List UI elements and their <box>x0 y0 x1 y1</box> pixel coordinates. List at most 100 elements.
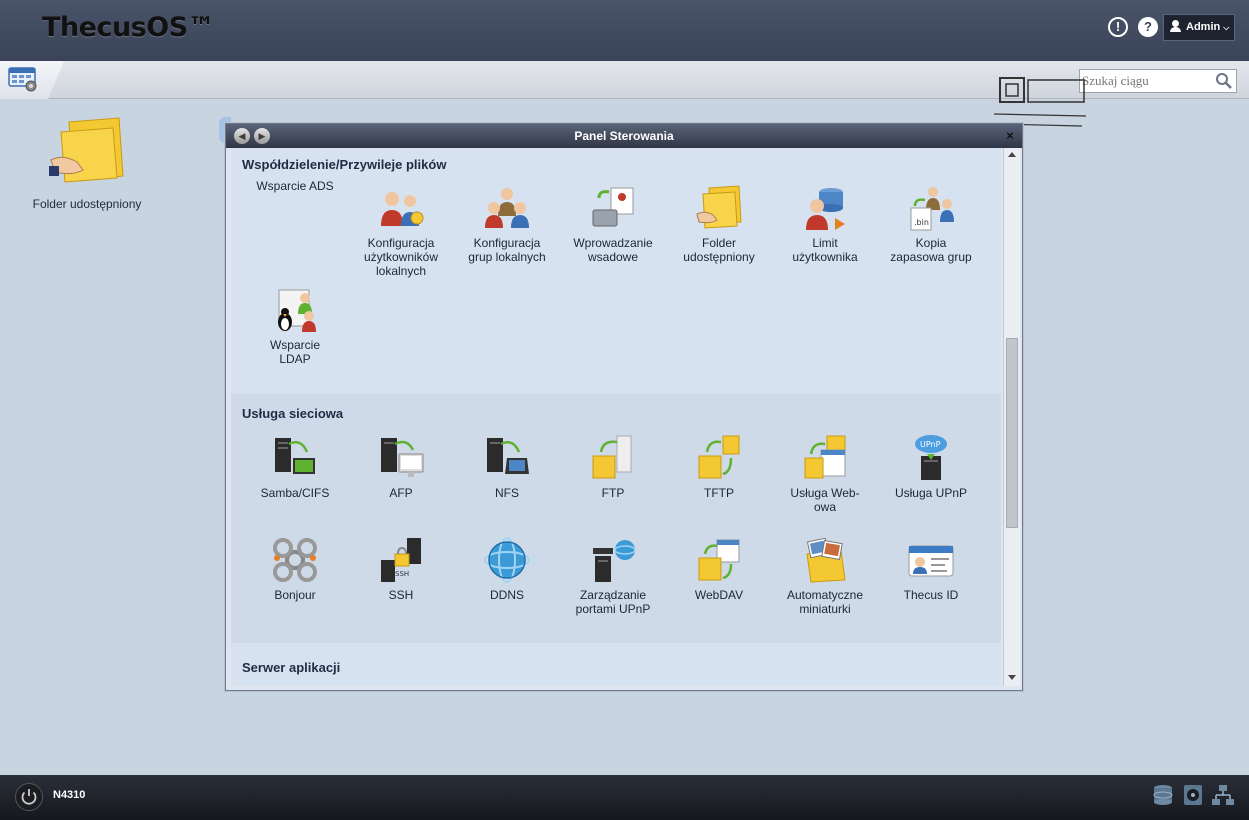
item-label: Limit użytkownika <box>792 236 858 264</box>
desktop-icon-shared-folder[interactable]: Folder udostępniony <box>22 116 152 211</box>
desktop-icon-label: Folder udostępniony <box>32 197 142 211</box>
item-ddns[interactable]: DDNS <box>454 536 560 602</box>
window-title: Panel Sterowania <box>574 129 674 143</box>
svg-text:UPnP: UPnP <box>920 440 941 449</box>
item-ftp[interactable]: FTP <box>560 434 666 500</box>
section-title: Serwer aplikacji <box>242 660 341 675</box>
ftp-icon <box>592 435 632 479</box>
item-webdav[interactable]: WebDAV <box>666 536 772 602</box>
item-label: SSH <box>388 588 414 602</box>
item-label: TFTP <box>704 486 734 500</box>
device-name: N4310 <box>53 789 86 801</box>
bottom-bar: N4310 <box>0 775 1249 820</box>
afp-icon <box>381 438 424 477</box>
item-local-groups[interactable]: Konfiguracja grup lokalnych <box>454 184 560 264</box>
item-label: Zarządzanie portami UPnP <box>575 588 651 616</box>
user-menu-button[interactable]: Admin ⌵ <box>1163 14 1235 41</box>
control-panel-content: Współdzielenie/Przywileje plików Wsparci… <box>231 148 1001 686</box>
item-label: Usługa Web-owa <box>790 486 860 514</box>
section-title: Współdzielenie/Przywileje plików <box>242 157 447 172</box>
section-network-service: Usługa sieciowa Samba/CIFS AFP NFS FTP T… <box>231 394 1001 643</box>
item-label: Automatyczne miniaturki <box>786 588 864 616</box>
item-label: Konfiguracja grup lokalnych <box>468 236 546 264</box>
item-label: Wsparcie LDAP <box>269 338 320 366</box>
item-ldap[interactable]: Wsparcie LDAP <box>242 286 348 366</box>
item-label: Wsparcie ADS <box>256 179 334 193</box>
local-groups-icon <box>485 188 529 228</box>
control-panel-window: Panel Sterowania ◀ ▶ × Współdzielenie/Pr… <box>225 123 1023 691</box>
item-batch-input[interactable]: Wprowadzanie wsadowe <box>560 184 666 264</box>
ldap-icon <box>278 289 316 332</box>
section-application-server: Serwer aplikacji <box>231 643 1001 686</box>
item-samba[interactable]: Samba/CIFS <box>242 434 348 500</box>
item-label: FTP <box>601 486 625 500</box>
item-thecus-id[interactable]: Thecus ID <box>878 536 984 602</box>
network-icon[interactable] <box>1211 783 1235 807</box>
item-label: DDNS <box>489 588 524 602</box>
svg-text:SSH: SSH <box>395 570 409 578</box>
upnp-icon: UPnP <box>915 435 947 480</box>
media-disc-icon[interactable] <box>1181 783 1205 807</box>
item-label: Usługa UPnP <box>894 486 968 500</box>
item-label: Samba/CIFS <box>260 486 330 500</box>
user-icon <box>1170 20 1181 32</box>
tftp-icon <box>698 435 740 479</box>
web-service-icon <box>804 435 846 479</box>
forward-button[interactable]: ▶ <box>254 128 270 144</box>
control-panel-icon <box>8 67 37 92</box>
scroll-up-arrow-icon[interactable] <box>1008 152 1016 157</box>
item-tftp[interactable]: TFTP <box>666 434 772 500</box>
user-quota-icon <box>806 188 845 230</box>
search-box[interactable] <box>1079 69 1237 93</box>
scroll-down-arrow-icon[interactable] <box>1008 675 1016 680</box>
item-user-quota[interactable]: Limit użytkownika <box>772 184 878 264</box>
search-icon[interactable] <box>1215 72 1233 90</box>
item-bonjour[interactable]: Bonjour <box>242 536 348 602</box>
ssh-icon: SSH <box>381 538 421 582</box>
item-label: NFS <box>495 486 519 500</box>
chevron-down-icon: ⌵ <box>1223 23 1230 32</box>
samba-icon <box>275 438 315 474</box>
shared-folder-icon <box>49 117 124 183</box>
power-icon <box>21 789 37 805</box>
close-button[interactable]: × <box>1004 129 1016 142</box>
svg-text:.bin: .bin <box>914 218 929 227</box>
upnp-port-icon <box>593 540 636 582</box>
taskbar-tab-control-panel[interactable] <box>0 61 64 99</box>
alert-icon[interactable]: ! <box>1108 17 1128 37</box>
scroll-thumb[interactable] <box>1006 338 1018 528</box>
item-ssh[interactable]: SSH SSH <box>348 536 454 602</box>
item-label: Folder udostępniony <box>683 236 755 264</box>
search-input[interactable] <box>1082 72 1212 90</box>
item-web-service[interactable]: Usługa Web-owa <box>772 434 878 514</box>
item-shared-folder[interactable]: Folder udostępniony <box>666 184 772 264</box>
power-button[interactable] <box>15 783 43 811</box>
item-label: AFP <box>389 486 413 500</box>
item-afp[interactable]: AFP <box>348 434 454 500</box>
item-ads[interactable]: Wsparcie ADS <box>242 179 348 193</box>
local-users-icon <box>381 192 424 226</box>
item-local-users[interactable]: Konfiguracja użytkowników lokalnych <box>348 184 454 278</box>
item-label: Kopia zapasowa grup <box>890 236 972 264</box>
help-icon[interactable]: ? <box>1138 17 1158 37</box>
item-group-backup[interactable]: .bin Kopia zapasowa grup <box>878 184 984 264</box>
content-scrollbar[interactable] <box>1003 148 1020 686</box>
item-label: Wprowadzanie wsadowe <box>573 236 653 264</box>
section-title: Usługa sieciowa <box>242 406 344 421</box>
item-thumbnail[interactable]: Automatyczne miniaturki <box>772 536 878 616</box>
item-label: WebDAV <box>694 588 744 602</box>
item-label: Konfiguracja użytkowników lokalnych <box>363 236 439 278</box>
window-titlebar[interactable]: Panel Sterowania ◀ ▶ × <box>226 124 1022 148</box>
ddns-icon <box>484 537 530 583</box>
item-upnp-port[interactable]: Zarządzanie portami UPnP <box>560 536 666 616</box>
user-name: Admin <box>1186 21 1221 33</box>
shared-folder-icon <box>696 185 742 229</box>
storage-icon[interactable] <box>1151 783 1175 807</box>
back-button[interactable]: ◀ <box>234 128 250 144</box>
group-backup-icon: .bin <box>910 187 954 231</box>
item-upnp[interactable]: UPnP Usługa UPnP <box>878 434 984 500</box>
nfs-icon <box>487 438 529 474</box>
item-nfs[interactable]: NFS <box>454 434 560 500</box>
webdav-icon <box>698 539 740 581</box>
batch-input-icon <box>592 187 634 227</box>
